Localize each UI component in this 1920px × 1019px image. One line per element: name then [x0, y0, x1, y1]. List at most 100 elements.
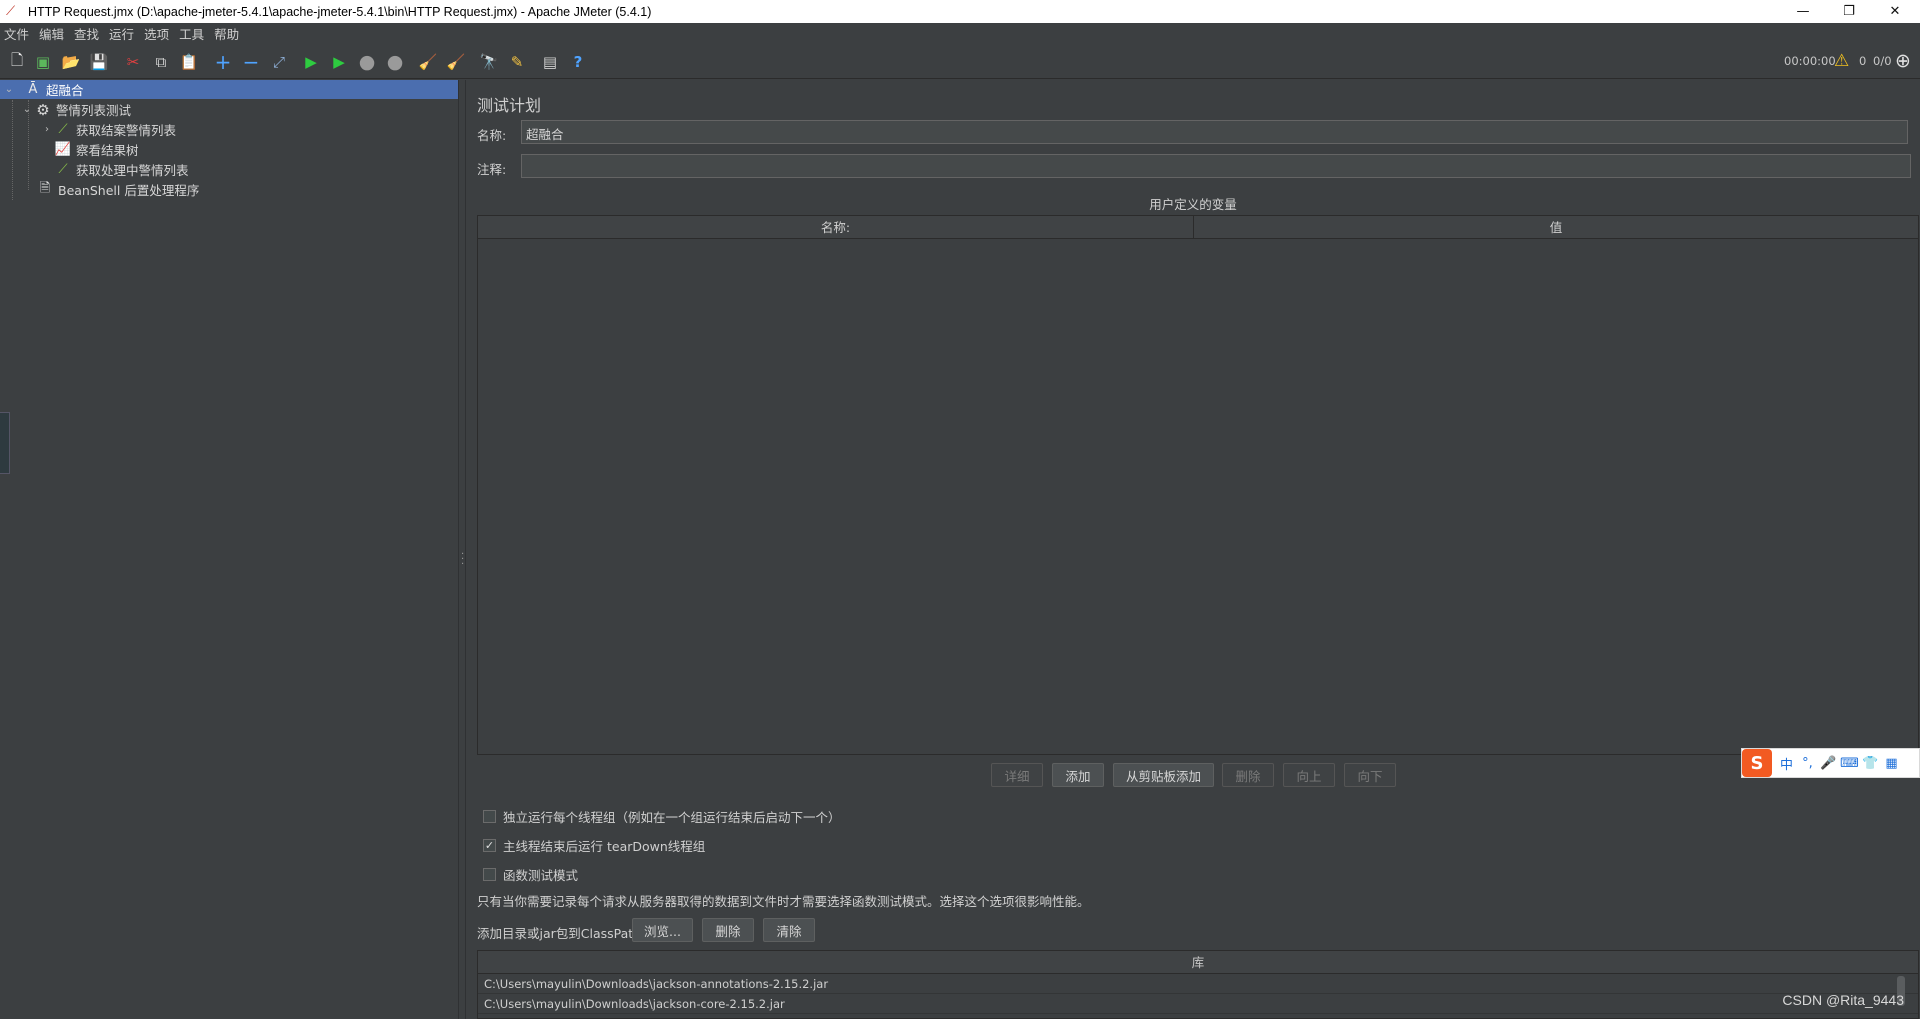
run-groups-consecutively-option[interactable]: 独立运行每个线程组（例如在一个组运行结束后启动下一个）: [483, 807, 841, 826]
expand-all-icon[interactable]: +: [213, 50, 233, 74]
menu-help[interactable]: 帮助: [214, 24, 239, 43]
detail-button[interactable]: 详细: [991, 763, 1043, 787]
classpath-label: 添加目录或jar包到ClassPath: [477, 926, 642, 941]
teardown-option[interactable]: ✓ 主线程结束后运行 tearDown线程组: [483, 836, 705, 855]
new-icon[interactable]: 🗋: [7, 51, 27, 72]
clear-icon[interactable]: 🧹: [418, 52, 438, 72]
tree-node-label: BeanShell 后置处理程序: [58, 183, 200, 198]
tree-node-result-tree[interactable]: 📈 察看结果树: [54, 140, 139, 159]
window-title-bar: ⟋ HTTP Request.jmx (D:\apache-jmeter-5.4…: [0, 0, 1920, 23]
help-icon[interactable]: ?: [568, 52, 588, 72]
tree-node-test-plan[interactable]: ⌄ Ā 超融合: [0, 80, 458, 99]
panel-splitter[interactable]: · · ·: [458, 80, 466, 1019]
column-header-value[interactable]: 值: [1193, 216, 1918, 239]
copy-icon[interactable]: ⧉: [151, 52, 171, 72]
reset-search-icon[interactable]: ✎: [507, 52, 527, 72]
user-variables-title: 用户定义的变量: [1149, 197, 1237, 212]
checkbox[interactable]: [483, 810, 496, 823]
table-row[interactable]: C:\Users\mayulin\Downloads\jackson-annot…: [478, 974, 1918, 994]
menu-search[interactable]: 查找: [74, 24, 99, 43]
warning-icon[interactable]: ⚠: [1834, 51, 1849, 71]
add-from-clipboard-button[interactable]: 从剪贴板添加: [1113, 763, 1214, 787]
checkbox-checked[interactable]: ✓: [483, 839, 496, 852]
warning-count: 0: [1859, 54, 1867, 68]
start-no-pauses-icon[interactable]: ▶: [329, 52, 349, 72]
browse-button[interactable]: 浏览...: [632, 918, 693, 942]
menu-run[interactable]: 运行: [109, 24, 134, 43]
chevron-down-icon[interactable]: ⌄: [20, 104, 34, 115]
tree-node-label: 察看结果树: [76, 143, 139, 158]
chinese-mode-icon[interactable]: 中: [1776, 754, 1797, 773]
skin-icon[interactable]: 👕: [1860, 756, 1881, 771]
open-icon[interactable]: 📂: [61, 52, 81, 72]
tree-node-beanshell[interactable]: 🗎 BeanShell 后置处理程序: [36, 180, 200, 199]
checkbox-label: 函数测试模式: [503, 868, 579, 883]
test-plan-tree: ⌄ Ā 超融合 ⌄ ⚙ 警情列表测试 › ⟋ 获取结案警情列表 📈 察看结果树 …: [0, 80, 458, 1019]
sogou-logo-icon[interactable]: S: [1742, 749, 1772, 777]
elapsed-timer: 00:00:00: [1784, 54, 1836, 68]
templates-icon[interactable]: ▣: [33, 52, 53, 72]
ime-toolbar: S 中 °, 🎤 ⌨ 👕 ▦: [1741, 748, 1920, 778]
watermark: CSDN @Rita_9443: [1782, 992, 1904, 1008]
cut-icon[interactable]: ✂: [123, 52, 143, 72]
clear-all-icon[interactable]: 🧹: [446, 52, 466, 72]
thread-count: 0/0: [1873, 54, 1892, 68]
chart-icon: 📈: [54, 142, 72, 157]
tree-node-label: 获取处理中警情列表: [76, 163, 189, 178]
splitter-handle-icon[interactable]: · · ·: [461, 550, 464, 570]
user-variables-table[interactable]: 名称: 值: [477, 215, 1919, 755]
pipette-icon: ⟋: [58, 122, 68, 137]
functional-mode-option[interactable]: 函数测试模式: [483, 865, 578, 884]
chevron-right-icon[interactable]: ›: [40, 124, 54, 135]
microphone-icon[interactable]: 🎤: [1818, 756, 1839, 771]
checkbox[interactable]: [483, 868, 496, 881]
tree-node-label: 超融合: [46, 83, 84, 98]
remote-start-icon[interactable]: ⊕: [1895, 50, 1911, 72]
grid-menu-icon[interactable]: ▦: [1881, 756, 1902, 771]
shutdown-icon[interactable]: ●: [385, 51, 405, 73]
menu-tools[interactable]: 工具: [179, 24, 204, 43]
restore-button[interactable]: ❐: [1826, 0, 1872, 23]
move-down-button[interactable]: 向下: [1344, 763, 1396, 787]
minimize-button[interactable]: —: [1780, 0, 1826, 23]
log-side-tab[interactable]: [0, 412, 10, 474]
column-header-name[interactable]: 名称:: [478, 216, 1193, 239]
tree-node-label: 获取结案警情列表: [76, 123, 177, 138]
add-button[interactable]: 添加: [1052, 763, 1104, 787]
pipette-icon: ⟋: [58, 162, 68, 177]
menu-edit[interactable]: 编辑: [39, 24, 64, 43]
checkbox-label: 主线程结束后运行 tearDown线程组: [503, 839, 706, 854]
classpath-clear-button[interactable]: 清除: [763, 918, 815, 942]
panel-title: 测试计划: [477, 96, 542, 115]
keyboard-icon[interactable]: ⌨: [1839, 756, 1860, 771]
function-helper-icon[interactable]: ▤: [540, 52, 560, 72]
paste-icon[interactable]: 📋: [179, 52, 199, 72]
close-button[interactable]: ✕: [1872, 0, 1918, 23]
stop-icon[interactable]: ●: [357, 51, 377, 73]
comment-field[interactable]: [521, 154, 1911, 178]
save-icon[interactable]: 💾: [89, 52, 109, 72]
chevron-down-icon[interactable]: ⌄: [2, 84, 16, 95]
jmeter-feather-icon: ⟋: [6, 3, 16, 19]
window-title: HTTP Request.jmx (D:\apache-jmeter-5.4.1…: [28, 4, 652, 19]
toggle-icon[interactable]: ⤢: [269, 52, 289, 72]
classpath-library-table[interactable]: 库 C:\Users\mayulin\Downloads\jackson-ann…: [477, 950, 1919, 1019]
toolbar: 🗋 ▣ 📂 💾 ✂ ⧉ 📋 + − ⤢ ▶ ▶ ● ● 🧹 🧹 🔭 ✎ ▤ ? …: [0, 44, 1920, 79]
search-icon[interactable]: 🔭: [479, 52, 499, 72]
tree-node-sampler-closed[interactable]: › ⟋ 获取结案警情列表: [40, 120, 176, 139]
tree-node-thread-group[interactable]: ⌄ ⚙ 警情列表测试: [20, 100, 131, 119]
table-row[interactable]: C:\Users\mayulin\Downloads\jackson-core-…: [478, 994, 1918, 1014]
punctuation-icon[interactable]: °,: [1797, 756, 1818, 771]
menu-options[interactable]: 选项: [144, 24, 169, 43]
classpath-delete-button[interactable]: 删除: [702, 918, 754, 942]
move-up-button[interactable]: 向上: [1283, 763, 1335, 787]
collapse-all-icon[interactable]: −: [241, 50, 261, 74]
tree-node-sampler-processing[interactable]: ⟋ 获取处理中警情列表: [54, 160, 189, 179]
name-field[interactable]: 超融合: [521, 120, 1908, 144]
start-icon[interactable]: ▶: [301, 52, 321, 72]
tree-guide-line: [28, 100, 29, 190]
menu-file[interactable]: 文件: [4, 24, 29, 43]
tree-node-label: 警情列表测试: [56, 103, 132, 118]
library-column-header[interactable]: 库: [478, 951, 1918, 974]
delete-button[interactable]: 删除: [1222, 763, 1274, 787]
